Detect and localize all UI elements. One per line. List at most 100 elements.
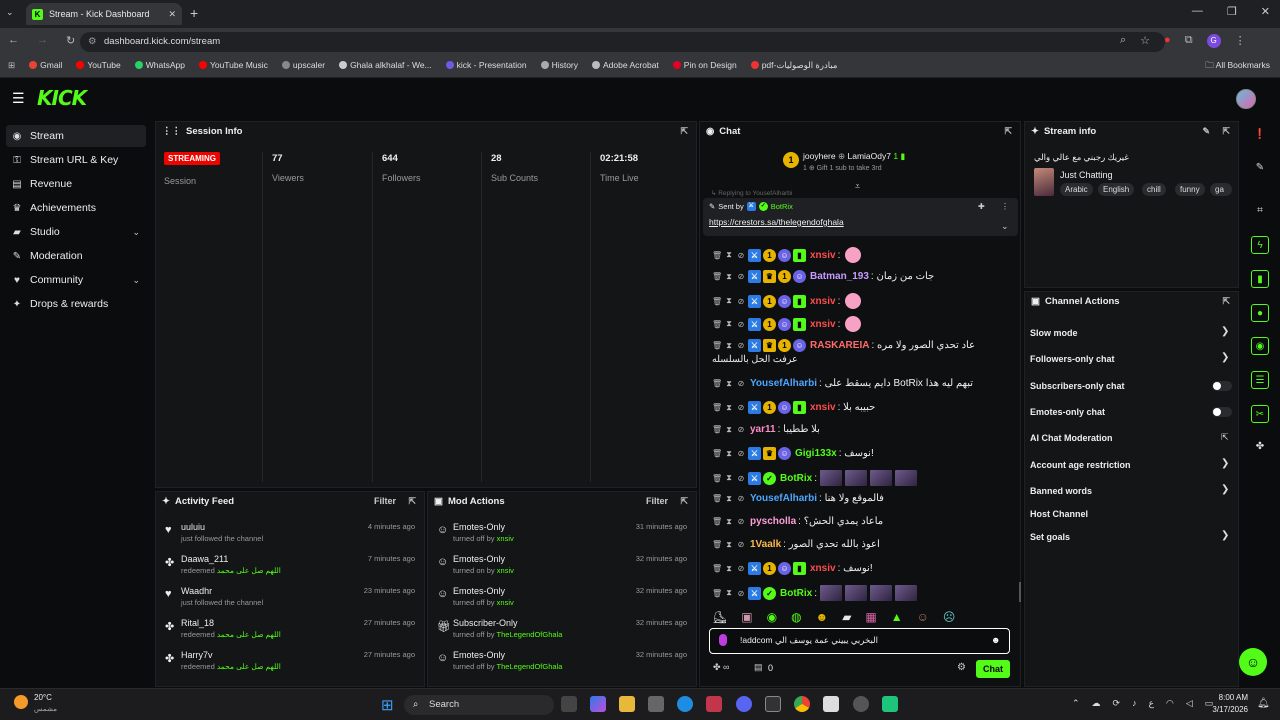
emote-icon[interactable]: ⛸ [712, 610, 727, 624]
timeout-icon[interactable]: ⧗ [724, 403, 734, 413]
emote-icon[interactable]: ▲ [891, 610, 903, 624]
crop-icon[interactable]: ⌗ [1251, 202, 1269, 220]
maximize-icon[interactable]: ❐ [1227, 5, 1237, 18]
trash-icon[interactable]: 🗑︎ [712, 403, 722, 412]
bookmark-youtube-music[interactable]: YouTube Music [198, 60, 268, 71]
browser-tab[interactable]: K Stream - Kick Dashboard ✕ [26, 3, 182, 25]
chat-username[interactable]: xnsiv [810, 250, 836, 261]
account-age-item[interactable]: Account age restriction [1030, 460, 1131, 470]
document-icon[interactable] [823, 696, 839, 712]
chat-username[interactable]: RASKAREIA [810, 340, 869, 351]
weather-temp[interactable]: 20°C [34, 693, 52, 702]
timeout-icon[interactable]: ⧗ [724, 319, 734, 329]
lightning-icon[interactable]: ϟ [1251, 236, 1269, 254]
list-icon[interactable]: ☰ [1251, 371, 1269, 389]
pinned-link[interactable]: https://crestors.sa/thelegendofghala [709, 217, 844, 227]
gear-icon[interactable]: ⚙ [957, 662, 966, 673]
trash-icon[interactable]: 🗑︎ [712, 251, 722, 260]
broadcast-icon[interactable]: ◉ [1251, 337, 1269, 355]
edit-icon[interactable]: ✎ [1202, 126, 1210, 137]
windows-start-icon[interactable]: ⊞ [381, 696, 394, 714]
ban-icon[interactable]: ⊘ [736, 589, 746, 598]
emote-icon[interactable]: ◉ [767, 610, 777, 624]
user-avatar[interactable] [1236, 89, 1256, 109]
chat-username[interactable]: BotRix [780, 473, 812, 484]
browser-menu-icon[interactable]: ⋮ [1235, 34, 1246, 48]
ban-icon[interactable]: ⊘ [736, 540, 746, 549]
chat-message[interactable]: 🗑︎ ⧗ ⊘ YousefAlharbi: فالموقع ولا هنا [712, 493, 884, 504]
ban-icon[interactable]: ⊘ [736, 494, 746, 503]
bookmark-gmail[interactable]: Gmail [29, 60, 62, 71]
followers-only-item[interactable]: Followers-only chat [1030, 354, 1115, 364]
profile-avatar[interactable]: G [1206, 34, 1221, 48]
trash-icon[interactable]: 🗑︎ [712, 564, 722, 573]
chat-message[interactable]: 🗑︎ ⧗ ⊘ ⚔ ✓ BotRix: [712, 585, 918, 601]
ban-icon[interactable]: ⊘ [736, 297, 746, 306]
bookmark-ghala[interactable]: Ghala alkhalaf - We... [339, 60, 432, 71]
send-chat-button[interactable]: Chat [976, 660, 1010, 678]
apps-grid-icon[interactable]: ⊞ [8, 60, 15, 71]
kick-logo[interactable]: KICK [37, 86, 87, 110]
bookmark-upscaler[interactable]: upscaler [281, 60, 325, 71]
ban-icon[interactable]: ⊘ [736, 320, 746, 329]
ban-icon[interactable]: ⊘ [736, 425, 746, 434]
slow-mode-item[interactable]: Slow mode [1030, 328, 1078, 338]
chat-message[interactable]: 🗑︎ ⧗ ⊘ ⚔ 1 ☺ ▮ xnsiv: [712, 316, 862, 332]
ban-icon[interactable]: ⊘ [736, 517, 746, 526]
chat-message[interactable]: 🗑︎ ⧗ ⊘ YousefAlharbi: دايم يسقط على BotRix … [712, 378, 973, 389]
sidebar-item-moderation[interactable]: ✎ Moderation [6, 245, 146, 267]
ban-icon[interactable]: ⊘ [736, 379, 746, 388]
chat-message[interactable]: 🗑︎ ⧗ ⊘ ⚔ 1 ☺ ▮ xnsiv: حبيبه بلا [712, 401, 875, 414]
chat-username[interactable]: yar11 [750, 424, 776, 435]
taskbar-search[interactable]: ⌕ Search [404, 695, 554, 715]
bookmark-history[interactable]: History [540, 60, 578, 71]
emote-icon[interactable]: ▰ [842, 610, 851, 624]
collapse-icon[interactable]: ⩡ [855, 181, 860, 192]
back-icon[interactable]: ← [8, 34, 19, 47]
drag-handle-icon[interactable]: ⋮⋮ [162, 126, 181, 137]
user-identity-icon[interactable] [719, 634, 727, 646]
extension-icon[interactable]: ● [1164, 34, 1171, 48]
copilot-icon[interactable] [590, 696, 606, 712]
timeout-icon[interactable]: ⧗ [724, 564, 734, 574]
trash-icon[interactable]: 🗑︎ [712, 272, 722, 281]
sidebar-item-drops-rewards[interactable]: ✦ Drops & rewards [6, 293, 146, 315]
pinned-menu-icon[interactable]: ⋮ [1001, 202, 1009, 211]
chevron-right-icon[interactable]: ❯ [1221, 352, 1229, 363]
app-green-icon[interactable] [882, 696, 898, 712]
chat-message[interactable]: 🗑︎ ⧗ ⊘ ⚔ ✓ BotRix: [712, 470, 918, 486]
chevron-right-icon[interactable]: ❯ [1221, 530, 1229, 541]
banned-words-item[interactable]: Banned words [1030, 486, 1092, 496]
sidebar-item-stream[interactable]: ◉ Stream [6, 125, 146, 147]
emote-icon[interactable]: ◍ [791, 610, 801, 624]
chevron-right-icon[interactable]: ❯ [1221, 458, 1229, 469]
chat-message[interactable]: 🗑︎ ⧗ ⊘ ⚔ 1 ☺ ▮ xnsiv: [712, 247, 862, 263]
chat-username[interactable]: YousefAlharbi [750, 493, 817, 504]
info-icon[interactable]: ❗ [1251, 126, 1269, 144]
timeout-icon[interactable]: ⧗ [724, 272, 734, 282]
bookmark-pdf[interactable]: pdf-مبادرة الوصوليات [750, 60, 837, 71]
widget-icon[interactable]: ▮ [1251, 270, 1269, 288]
emote-icon[interactable]: ☹ [943, 610, 956, 624]
popout-icon[interactable]: ⇱ [680, 126, 688, 137]
lang-indicator[interactable]: ع [1149, 698, 1154, 709]
store-icon[interactable] [648, 696, 664, 712]
ban-icon[interactable]: ⊘ [736, 272, 746, 281]
trash-icon[interactable]: 🗑︎ [712, 320, 722, 329]
chat-message[interactable]: 🗑︎ ⧗ ⊘ ⚔ ♛ 1 ☺ Batman_193: جات من زمان [712, 270, 934, 283]
obs-icon[interactable] [765, 696, 781, 712]
minimize-icon[interactable]: — [1192, 5, 1203, 18]
zoom-icon[interactable]: ⌕ [1120, 34, 1126, 48]
bookmark-pinterest[interactable]: Pin on Design [672, 60, 737, 71]
app-icon[interactable] [706, 696, 722, 712]
sidebar-item-stream-url-key[interactable]: ⚿ Stream URL & Key [6, 149, 146, 171]
chat-username[interactable]: BotRix [780, 588, 812, 599]
settings-icon[interactable] [853, 696, 869, 712]
bookmark-adobe[interactable]: Adobe Acrobat [592, 60, 659, 71]
address-bar[interactable]: ⚙ dashboard.kick.com/stream [80, 32, 1165, 52]
timeout-icon[interactable]: ⧗ [724, 341, 734, 351]
filter-button[interactable]: Filter [646, 496, 668, 506]
ban-icon[interactable]: ⊘ [736, 449, 746, 458]
chat-message[interactable]: 🗑︎ ⧗ ⊘ ⚔ ♛ 1 ☺ RASKAREIA: عاد تحدي الصور ولا مر… [712, 339, 975, 352]
tab-search-icon[interactable]: ⌄ [6, 7, 14, 18]
